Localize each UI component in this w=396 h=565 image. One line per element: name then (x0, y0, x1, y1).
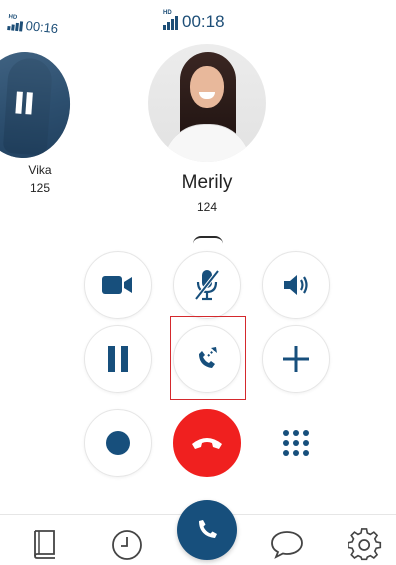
mute-button[interactable] (173, 251, 241, 319)
add-call-button[interactable] (262, 325, 330, 393)
dialer-button[interactable] (177, 500, 237, 560)
speaker-button[interactable] (262, 251, 330, 319)
record-button[interactable] (84, 409, 152, 477)
pause-icon (108, 346, 128, 372)
microphone-muted-icon (194, 269, 220, 301)
hold-button[interactable] (84, 325, 152, 393)
video-button[interactable] (84, 251, 152, 319)
record-dot-icon (106, 431, 130, 455)
gear-icon (348, 528, 382, 561)
pause-icon (15, 91, 33, 115)
end-call-button[interactable] (173, 409, 241, 477)
hd-signal-icon: HD (163, 10, 178, 30)
held-caller-name: Vika (28, 163, 52, 177)
dialpad-icon (283, 430, 309, 456)
nav-settings[interactable] (347, 527, 383, 563)
hd-signal-icon: HD (7, 14, 24, 32)
nav-contacts[interactable] (28, 527, 62, 561)
caller-name: Merily (181, 172, 233, 193)
phone-icon (199, 520, 217, 538)
hang-up-icon (192, 438, 222, 449)
nav-recents[interactable] (109, 527, 145, 563)
drag-handle[interactable] (193, 236, 223, 244)
keypad-button[interactable] (262, 409, 330, 477)
caller-extension: 124 (196, 200, 218, 214)
speaker-icon (284, 275, 308, 295)
nav-chat[interactable] (268, 527, 306, 561)
held-call-avatar[interactable] (0, 48, 74, 162)
clock-icon (112, 530, 142, 560)
book-icon (34, 530, 55, 559)
chat-bubble-icon (271, 531, 303, 559)
caller-avatar (148, 44, 266, 162)
plus-icon (283, 346, 309, 372)
transfer-highlight-box (170, 316, 246, 400)
held-call-status: HD 00:16 (7, 14, 59, 37)
video-camera-icon (102, 276, 132, 294)
active-call-timer: 00:18 (182, 12, 225, 31)
active-call-status: HD 00:18 (163, 10, 225, 30)
held-caller-extension: 125 (29, 181, 51, 195)
held-call-timer: 00:16 (24, 17, 59, 37)
